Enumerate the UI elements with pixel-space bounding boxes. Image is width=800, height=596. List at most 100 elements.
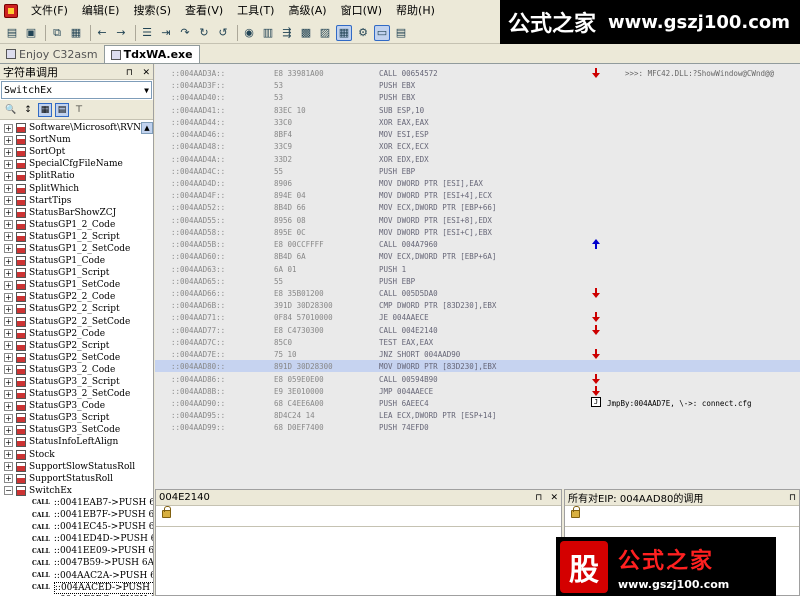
tree-item[interactable]: + StatusGP3_2_SetCode <box>0 388 153 400</box>
call-ref-item[interactable]: CALL::004AACED->PUSH 6AD974 <box>0 581 153 594</box>
disasm-row[interactable]: ::004AAD66:: E8 35B01200 CALL 005D5DA0 <box>155 287 800 299</box>
disasm-row[interactable]: ::004AAD80:: 891D 30D28300 MOV DWORD PTR [… <box>155 360 800 373</box>
disasm-row[interactable]: ::004AAD41:: 83EC 10 SUB ESP,10 <box>155 104 800 116</box>
refresh-icon[interactable]: ↻ <box>196 25 212 41</box>
call-ref-item[interactable]: CALL::0041ED4D->PUSH 6AD <box>0 533 153 545</box>
disasm-row[interactable]: ::004AAD95:: 8D4C24 14 LEA ECX,DWORD PTR [… <box>155 409 800 421</box>
call-ref-item[interactable]: CALL::0041EC45->PUSH 6AD <box>0 521 153 533</box>
arrow-down-icon[interactable] <box>592 287 600 299</box>
expand-icon[interactable]: + <box>4 317 13 327</box>
string-filter-combo[interactable]: SwitchEx ▼ <box>1 81 152 99</box>
disasm-row[interactable]: ::004AAD48:: 33C9 XOR ECX,ECX <box>155 140 800 152</box>
collapse-icon[interactable]: − <box>4 486 13 496</box>
tab-enjoy-c32asm[interactable]: Enjoy C32asm <box>0 45 104 63</box>
undo-icon[interactable]: ↺ <box>215 25 231 41</box>
tree-item[interactable]: + SupportStatusRoll <box>0 473 153 485</box>
disasm-row[interactable]: ::004AAD90:: 68 C4EE6A00 PUSH 6AEEC4 J JmpBy… <box>155 396 800 409</box>
disasm-row[interactable]: ::004AAD7E:: 75 10 JNZ SHORT 004AAD90 <box>155 348 800 360</box>
disasm-row[interactable]: ::004AAD4F:: 894E 04 MOV DWORD PTR [ESI+4]… <box>155 189 800 201</box>
tree-item[interactable]: + StatusGP1_2_Script <box>0 231 153 243</box>
imports-icon[interactable]: ⇶ <box>279 25 295 41</box>
expand-icon[interactable]: + <box>4 268 13 278</box>
pin-icon[interactable]: ⊓ <box>126 68 133 78</box>
expand-icon[interactable]: + <box>4 450 13 460</box>
jump-ref-icon[interactable]: J <box>591 396 601 407</box>
chevron-down-icon[interactable]: ▼ <box>144 86 149 95</box>
expand-icon[interactable]: + <box>4 159 13 169</box>
expand-icon[interactable]: + <box>4 377 13 387</box>
close-icon[interactable]: ✕ <box>142 68 150 78</box>
disasm-row[interactable]: ::004AAD46:: 8BF4 MOV ESI,ESP <box>155 128 800 140</box>
expand-icon[interactable]: + <box>4 341 13 351</box>
expand-icon[interactable]: + <box>4 280 13 290</box>
expand-icon[interactable]: + <box>4 353 13 363</box>
menu-item[interactable]: 窗口(W) <box>334 0 389 22</box>
call-ref-item[interactable]: CALL::0041EE09->PUSH 6AD <box>0 545 153 557</box>
pin-icon[interactable]: ⊓ <box>789 493 796 503</box>
tree-item[interactable]: + StatusGP1_SetCode <box>0 279 153 291</box>
back-icon[interactable]: ← <box>94 25 110 41</box>
tree-item[interactable]: + SortOpt <box>0 146 153 158</box>
group-icon[interactable]: ▤ <box>55 102 69 117</box>
expand-icon[interactable]: + <box>4 196 13 206</box>
disasm-row[interactable]: ::004AAD44:: 33C0 XOR EAX,EAX <box>155 116 800 128</box>
expand-icon[interactable]: + <box>4 208 13 218</box>
expand-icon[interactable]: + <box>4 304 13 314</box>
resources-icon[interactable]: ▨ <box>317 25 333 41</box>
tree-item[interactable]: + SortNum <box>0 134 153 146</box>
tree-item[interactable]: + StatusGP2_2_SetCode <box>0 316 153 328</box>
disasm-row[interactable]: ::004AAD5B:: E8 00CCFFFF CALL 004A7960 <box>155 238 800 250</box>
tree-item[interactable]: + StatusGP2_Code <box>0 328 153 340</box>
disasm-row[interactable]: ::004AAD71:: 0F84 57010000 JE 004AAECE <box>155 311 800 323</box>
lock-icon[interactable] <box>571 506 580 518</box>
pin-icon[interactable]: ⊓ <box>535 493 542 503</box>
tree-item[interactable]: + StatusGP3_2_Code <box>0 364 153 376</box>
expand-icon[interactable]: + <box>4 135 13 145</box>
disasm-row[interactable]: ::004AAD7C:: 85C0 TEST EAX,EAX <box>155 336 800 348</box>
strings-icon[interactable]: ▥ <box>260 25 276 41</box>
indent-icon[interactable]: ⇥ <box>158 25 174 41</box>
disasm-row[interactable]: ::004AAD55:: 8956 08 MOV DWORD PTR [ESI+8]… <box>155 214 800 226</box>
disasm-row[interactable]: ::004AAD58:: 895E 0C MOV DWORD PTR [ESI+C]… <box>155 226 800 238</box>
tree-item[interactable]: + StatusGP2_2_Code <box>0 291 153 303</box>
expand-icon[interactable]: + <box>4 365 13 375</box>
expand-icon[interactable]: + <box>4 437 13 447</box>
module-icon[interactable]: ◉ <box>241 25 257 41</box>
tile-icon[interactable]: ▤ <box>393 25 409 41</box>
call-ref-item[interactable]: CALL::0041EB7F->PUSH 6AD <box>0 509 153 521</box>
tree-item[interactable]: + StatusGP1_Script <box>0 267 153 279</box>
expand-icon[interactable]: + <box>4 123 13 133</box>
expand-icon[interactable]: + <box>4 184 13 194</box>
tab-tdxwa[interactable]: TdxWA.exe <box>103 45 200 63</box>
expand-icon[interactable]: + <box>4 292 13 302</box>
menu-item[interactable]: 工具(T) <box>230 0 281 22</box>
tree-item[interactable]: + StatusGP3_Script <box>0 412 153 424</box>
settings-icon[interactable]: ⚙ <box>355 25 371 41</box>
disasm-row[interactable]: ::004AAD77:: E8 C4730300 CALL 004E2140 <box>155 324 800 336</box>
menu-item[interactable]: 帮助(H) <box>389 0 442 22</box>
tree-item[interactable]: + StatusGP1_2_Code <box>0 219 153 231</box>
tree-item[interactable]: + StatusBarShowZCJ <box>0 207 153 219</box>
tree-item[interactable]: + Software\Microsoft\RVNo <box>0 122 153 134</box>
expand-icon[interactable]: + <box>4 256 13 266</box>
call-ref-item[interactable]: CALL::0041EAB7->PUSH 6AD <box>0 497 153 509</box>
list-icon[interactable]: ☰ <box>139 25 155 41</box>
search-icon[interactable]: 🔍 <box>4 103 18 117</box>
scroll-up-icon[interactable]: ▲ <box>141 122 153 134</box>
goto-icon[interactable]: ↷ <box>177 25 193 41</box>
tree-item[interactable]: + StatusGP2_SetCode <box>0 352 153 364</box>
window-icon[interactable]: ▭ <box>374 24 390 41</box>
tree-item[interactable]: + StatusGP2_Script <box>0 340 153 352</box>
disasm-row[interactable]: ::004AAD3F:: 53 PUSH EBX <box>155 79 800 91</box>
arrow-down-icon[interactable] <box>592 348 600 360</box>
lock-icon[interactable] <box>162 506 171 518</box>
disasm-row[interactable]: ::004AAD6B:: 391D 30D28300 CMP DWORD PTR [… <box>155 299 800 311</box>
disasm-row[interactable]: ::004AAD52:: 8B4D 66 MOV ECX,DWORD PTR [EB… <box>155 201 800 213</box>
expand-icon[interactable]: + <box>4 474 13 484</box>
disasm-row[interactable]: ::004AAD86:: E8 059E0E00 CALL 00594B90 <box>155 373 800 385</box>
arrow-up-icon[interactable] <box>592 238 600 250</box>
sort-icon[interactable]: ↕ <box>21 103 35 117</box>
expand-icon[interactable]: + <box>4 401 13 411</box>
grid-view-icon[interactable]: ▦ <box>336 24 352 41</box>
disasm-row[interactable]: ::004AAD99:: 68 D0EF7400 PUSH 74EFD0 <box>155 421 800 433</box>
